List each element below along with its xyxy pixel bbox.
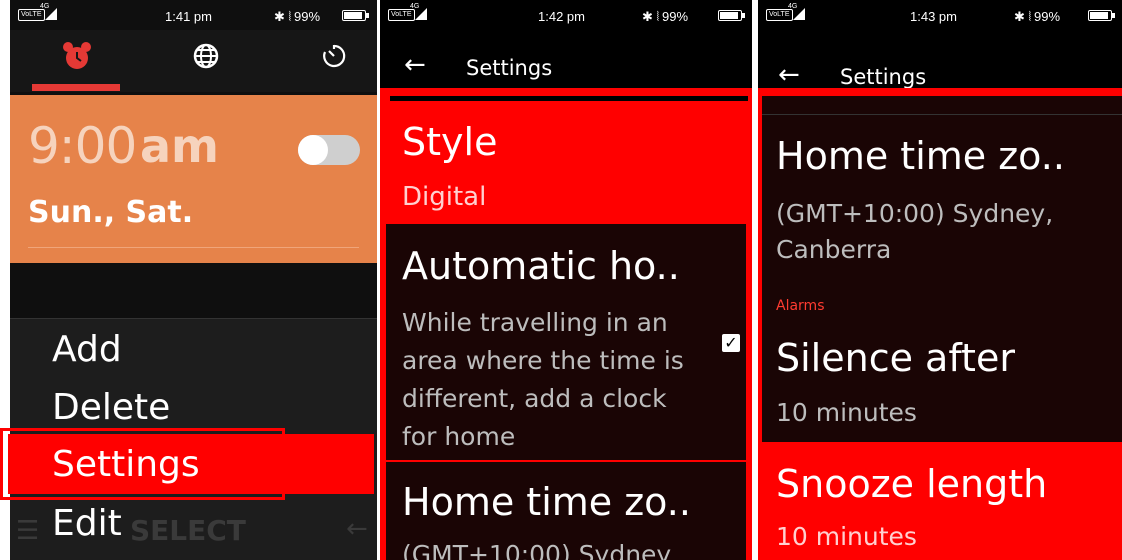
setting-home-time-zone[interactable]: Home time zo.. (GMT+10:00) Sydney, Canbe… — [762, 118, 1122, 296]
page-title: Settings — [840, 65, 927, 89]
signal-icon — [415, 8, 427, 20]
menu-item-add[interactable]: Add — [52, 329, 122, 370]
setting-title: Home time zo.. — [776, 134, 1065, 178]
tab-alarm[interactable] — [60, 40, 94, 74]
page-title: Settings — [466, 56, 553, 80]
settings-screen-2: VoLTE 4G 1:43 pm ✱ ⦚ 99% ← Settings Home… — [758, 0, 1122, 560]
settings-screen-1: VoLTE 4G 1:42 pm ✱ ⦚ 99% ← Settings Styl… — [380, 0, 752, 560]
divider — [762, 114, 1122, 115]
section-header-alarms: Alarms — [776, 298, 825, 314]
setting-snooze-length[interactable]: Snooze length 10 minutes — [758, 442, 1122, 560]
setting-style[interactable]: Style Digital — [380, 104, 752, 222]
battery-percent: 99% — [662, 9, 689, 24]
battery-icon — [718, 10, 742, 21]
setting-title: Automatic ho.. — [402, 244, 680, 288]
alarm-toggle[interactable] — [298, 135, 360, 165]
alarm-ampm: am — [140, 119, 219, 173]
setting-automatic-home-clock[interactable]: Automatic ho.. While travelling in an ar… — [386, 224, 746, 460]
setting-value: (GMT+10:00) Sydney, Canberra — [776, 199, 1054, 264]
battery-percent: 99% — [1034, 9, 1061, 24]
tab-timer[interactable] — [320, 42, 348, 70]
tab-world-clock[interactable] — [192, 42, 220, 70]
back-arrow-icon[interactable]: ← — [346, 514, 368, 544]
bluetooth-icon: ✱ ⦚ — [642, 9, 660, 24]
divider — [28, 247, 359, 248]
bluetooth-icon: ✱ ⦚ — [274, 9, 292, 24]
alarm-time: 9:00 — [28, 117, 137, 175]
globe-icon — [193, 43, 219, 69]
softkey-select[interactable]: SELECT — [130, 514, 246, 547]
alarm-card[interactable]: 9:00 am Sun., Sat. — [10, 95, 377, 263]
setting-title: Snooze length — [776, 462, 1048, 506]
battery-icon — [342, 10, 366, 21]
bluetooth-icon: ✱ ⦚ — [1014, 9, 1032, 24]
back-arrow-icon[interactable]: ← — [404, 50, 426, 80]
status-bar: VoLTE 4G 1:43 pm ✱ ⦚ 99% — [758, 0, 1122, 30]
setting-value: Digital — [402, 182, 487, 212]
active-tab-indicator — [32, 84, 120, 91]
setting-value: 10 minutes — [776, 522, 917, 551]
clock-tabs — [10, 30, 377, 92]
app-bar: ← Settings — [380, 30, 752, 90]
alarm-days: Sun., Sat. — [28, 195, 194, 230]
menu-item-delete[interactable]: Delete — [52, 387, 170, 428]
alarm-clock-icon — [63, 42, 91, 69]
checkbox-checked-icon[interactable]: ✓ — [722, 334, 740, 352]
volte-indicator: VoLTE — [766, 9, 793, 21]
signal-icon — [45, 8, 57, 20]
status-time: 1:42 pm — [538, 9, 585, 24]
setting-title: Home time zo.. — [402, 480, 691, 524]
battery-icon — [1088, 10, 1112, 21]
battery-tip — [366, 13, 369, 18]
setting-value: (GMT+10:00) Sydney — [402, 540, 672, 560]
setting-value: 10 minutes — [776, 398, 917, 427]
setting-description: While travelling in an area where the ti… — [402, 308, 684, 451]
settings-list: Home time zo.. (GMT+10:00) Sydney, Canbe… — [762, 96, 1122, 442]
signal-icon — [793, 8, 805, 20]
timer-icon — [323, 44, 346, 68]
menu-item-settings[interactable]: Settings — [52, 444, 200, 485]
setting-title: Style — [402, 120, 498, 164]
status-time: 1:41 pm — [165, 9, 212, 24]
back-arrow-icon[interactable]: ← — [778, 60, 800, 90]
divider — [390, 96, 748, 101]
app-bar: ← Settings — [758, 30, 1122, 90]
setting-title: Silence after — [776, 336, 1015, 380]
status-bar: VoLTE 4G 1:41 pm ✱ ⦚ 99% — [10, 0, 377, 30]
battery-tip — [742, 13, 745, 18]
volte-indicator: VoLTE — [388, 9, 415, 21]
status-bar: VoLTE 4G 1:42 pm ✱ ⦚ 99% — [380, 0, 752, 30]
toggle-knob — [298, 135, 328, 165]
status-time: 1:43 pm — [910, 9, 957, 24]
setting-silence-after[interactable]: Silence after 10 minutes — [762, 324, 1122, 440]
setting-home-time-zone[interactable]: Home time zo.. (GMT+10:00) Sydney — [386, 462, 746, 560]
volte-indicator: VoLTE — [18, 9, 45, 21]
menu-item-edit-label[interactable]: Edit — [52, 503, 122, 544]
menu-icon[interactable]: ☰ — [16, 516, 39, 546]
battery-tip — [1112, 13, 1115, 18]
battery-percent: 99% — [294, 9, 321, 24]
